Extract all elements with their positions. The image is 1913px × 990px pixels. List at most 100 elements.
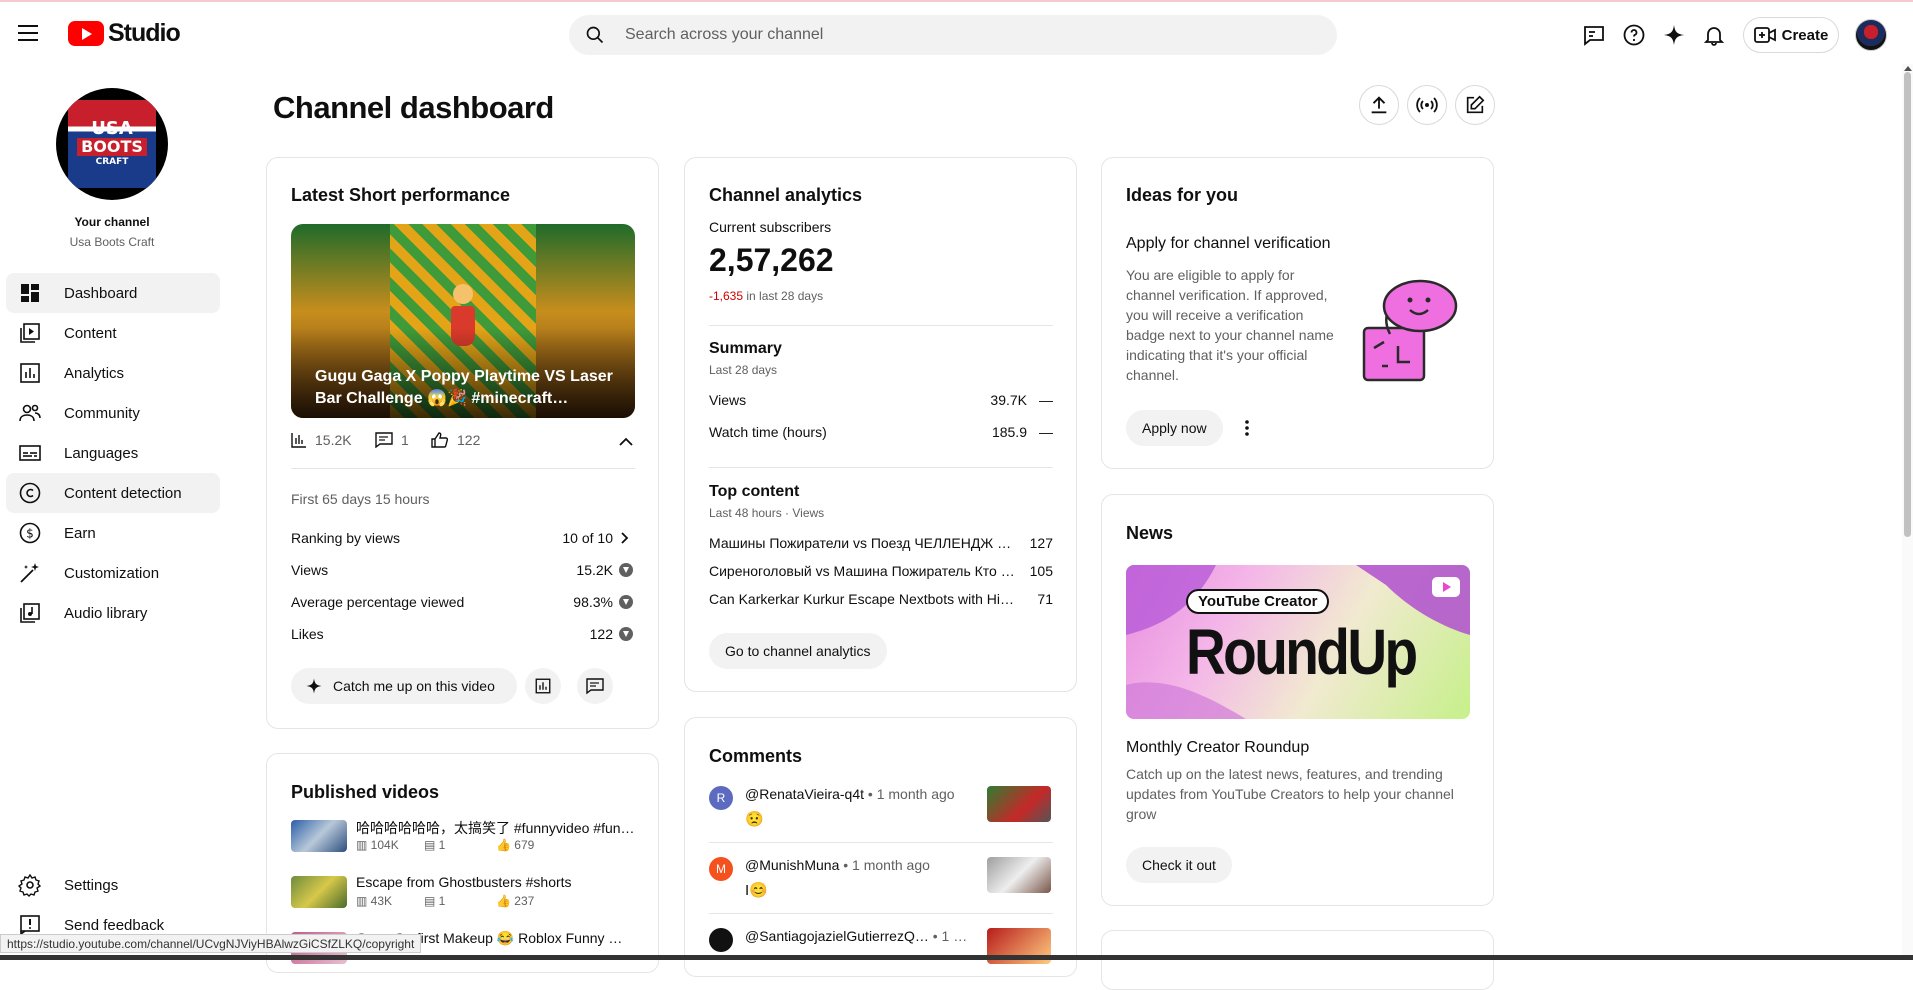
- ranking-label: Ranking by views: [291, 530, 400, 546]
- video-likes: 237: [514, 894, 535, 908]
- latest-short-card: Latest Short performance Gugu Gaga X Pop…: [266, 157, 659, 729]
- thumbs-up-icon: [431, 432, 449, 448]
- likes-value: 122: [589, 626, 613, 642]
- help-icon[interactable]: [1621, 22, 1647, 48]
- subscribers-value: 2,57,262: [709, 242, 834, 278]
- summary-watch-trend: —: [1039, 424, 1053, 440]
- chevron-up-icon[interactable]: [619, 437, 633, 447]
- banner-title: RoundUp: [1186, 616, 1418, 688]
- sparkle-icon[interactable]: [1661, 22, 1687, 48]
- divider: [709, 325, 1053, 326]
- summary-views-value: 39.7K: [990, 392, 1027, 408]
- top-content-item[interactable]: Can Karkerkar Kurkur Escape Nextbots wit…: [709, 591, 1018, 607]
- divider: [291, 468, 635, 469]
- comment-author[interactable]: @RenataVieira-q4t: [745, 786, 864, 802]
- video-comments: 1: [438, 838, 446, 852]
- short-comments: 1: [401, 432, 409, 448]
- svg-text:$: $: [26, 527, 34, 541]
- summary-views-trend: —: [1039, 392, 1053, 408]
- avg-viewed-value: 98.3%: [573, 594, 613, 610]
- catch-up-label: Catch me up on this video: [333, 678, 495, 694]
- top-content-item[interactable]: Сиреноголовый vs Машина Пожиратель Кто …: [709, 563, 1018, 579]
- sidebar-item-languages[interactable]: Languages: [6, 433, 220, 473]
- banner-tag: YouTube Creator: [1186, 589, 1330, 614]
- comment-text: 😟: [745, 811, 764, 828]
- comment-video-thumbnail[interactable]: [987, 857, 1051, 893]
- more-vertical-icon[interactable]: [1244, 420, 1250, 436]
- search-input[interactable]: [625, 26, 1305, 44]
- account-avatar[interactable]: [1855, 19, 1887, 51]
- scrollbar[interactable]: [1902, 64, 1913, 955]
- catch-up-button[interactable]: Catch me up on this video: [291, 668, 517, 704]
- bar-chart-icon: [291, 433, 306, 448]
- sidebar-item-analytics[interactable]: Analytics: [6, 353, 220, 393]
- apply-now-button[interactable]: Apply now: [1126, 410, 1223, 446]
- video-thumbnail[interactable]: [291, 820, 347, 852]
- search-bar[interactable]: [569, 15, 1337, 55]
- sidebar-item-content[interactable]: Content: [6, 313, 220, 353]
- commenter-avatar[interactable]: R: [709, 786, 733, 810]
- your-channel-label: Your channel: [74, 215, 150, 229]
- comment-header: @SantiagojazielGutierrezQ… • 1 …: [745, 928, 967, 944]
- channel-analytics-card: Channel analytics Current subscribers 2,…: [684, 157, 1077, 692]
- upload-button[interactable]: [1359, 85, 1399, 125]
- upload-icon: [1371, 96, 1387, 114]
- studio-logo[interactable]: Studio: [68, 19, 181, 48]
- short-analytics-button[interactable]: [525, 668, 561, 704]
- likes-label: Likes: [291, 626, 324, 642]
- check-it-out-button[interactable]: Check it out: [1126, 847, 1232, 883]
- avg-viewed-label: Average percentage viewed: [291, 594, 465, 610]
- commenter-avatar[interactable]: M: [709, 857, 733, 881]
- create-button[interactable]: Create: [1743, 17, 1839, 53]
- magic-wand-icon: [20, 563, 39, 583]
- create-post-button[interactable]: [1455, 85, 1495, 125]
- commenter-avatar[interactable]: [709, 928, 733, 952]
- sidebar-item-community[interactable]: Community: [6, 393, 220, 433]
- chevron-right-icon[interactable]: [621, 532, 629, 544]
- summary-watch-label: Watch time (hours): [709, 424, 827, 440]
- sidebar-item-audio-library[interactable]: Audio library: [6, 593, 220, 633]
- sidebar-item-label: Content detection: [64, 484, 182, 502]
- analytics-icon: [20, 363, 40, 383]
- video-title[interactable]: 哈哈哈哈哈哈，太搞笑了 #funnyvideo #fun…: [356, 818, 641, 838]
- subscribers-change-suffix: in last 28 days: [746, 289, 824, 303]
- sparkle-icon: [306, 678, 322, 694]
- top-content-value: 71: [1037, 591, 1053, 607]
- sidebar-item-dashboard[interactable]: Dashboard: [6, 273, 220, 313]
- channel-avatar[interactable]: USA BOOTS CRAFT: [56, 88, 168, 200]
- live-broadcast-icon: [1416, 97, 1438, 113]
- news-heading: Monthly Creator Roundup: [1126, 739, 1310, 756]
- video-thumbnail[interactable]: [291, 876, 347, 908]
- sidebar-item-content-detection[interactable]: Content detection: [6, 473, 220, 513]
- comments-card: Comments R @RenataVieira-q4t • 1 month a…: [684, 717, 1077, 977]
- comment-author[interactable]: @SantiagojazielGutierrezQ…: [745, 928, 929, 944]
- video-title[interactable]: Escape from Ghostbusters #shorts: [356, 874, 641, 890]
- scrollbar-thumb[interactable]: [1904, 72, 1911, 537]
- arrow-down-circle-icon: [619, 563, 633, 577]
- short-comments-button[interactable]: [577, 668, 613, 704]
- feedback-chat-icon[interactable]: [1581, 22, 1607, 48]
- sidebar-item-settings[interactable]: Settings: [6, 865, 220, 905]
- go-live-button[interactable]: [1407, 85, 1447, 125]
- scroll-up-arrow[interactable]: [1904, 66, 1912, 71]
- go-to-analytics-button[interactable]: Go to channel analytics: [709, 633, 887, 669]
- short-likes-stat: 122: [431, 432, 480, 448]
- sidebar-item-customization[interactable]: Customization: [6, 553, 220, 593]
- comment-header: @RenataVieira-q4t • 1 month ago: [745, 786, 955, 802]
- comment-author[interactable]: @MunishMuna: [745, 857, 839, 873]
- news-banner[interactable]: YouTube Creator RoundUp: [1126, 565, 1470, 719]
- short-title: Gugu Gaga X Poppy Playtime VS Laser Bar …: [315, 368, 613, 407]
- analytics-icon: [535, 678, 551, 694]
- subtitles-icon: [19, 445, 41, 461]
- notifications-bell-icon[interactable]: [1701, 22, 1727, 48]
- comment-video-thumbnail[interactable]: [987, 786, 1051, 822]
- top-content-item[interactable]: Машины Пожиратели vs Поезд ЧЕЛЛЕНДЖ ч…: [709, 535, 1018, 551]
- divider: [709, 467, 1053, 468]
- short-thumbnail[interactable]: Gugu Gaga X Poppy Playtime VS Laser Bar …: [291, 224, 635, 418]
- menu-icon[interactable]: [18, 20, 44, 46]
- arrow-down-circle-icon: [619, 595, 633, 609]
- comment-text: I😊: [745, 882, 768, 899]
- sidebar-item-earn[interactable]: $ Earn: [6, 513, 220, 553]
- top-content-value: 127: [1029, 535, 1053, 551]
- sidebar-item-label: Analytics: [64, 364, 125, 382]
